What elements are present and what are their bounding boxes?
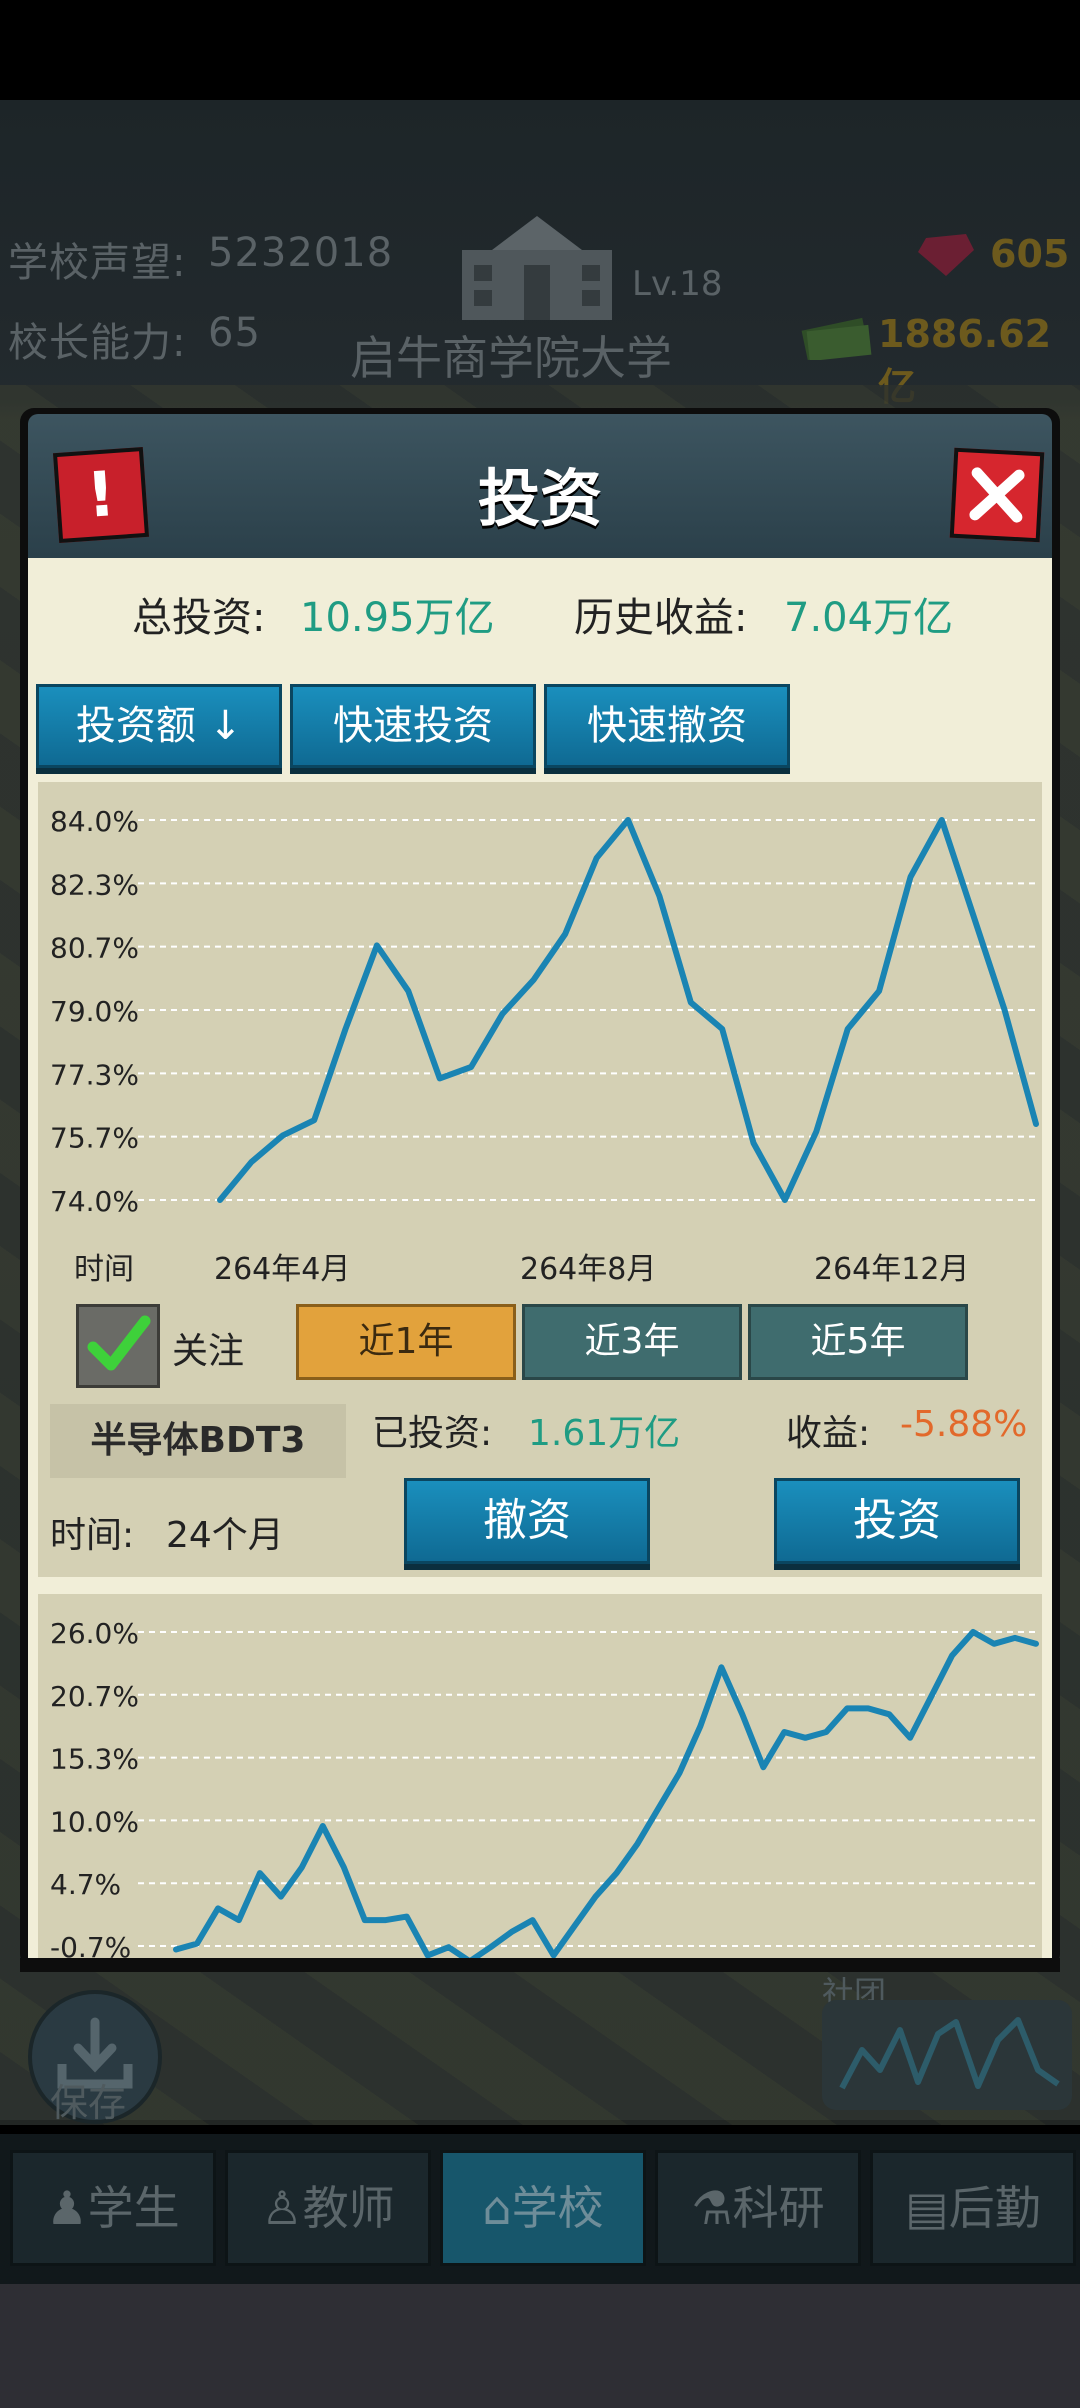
stock-card-2: 26.0% 20.7% 15.3% 10.0% 4.7% -0.7% — [38, 1594, 1042, 1964]
ability-label: 校长能力: — [8, 320, 187, 366]
history-return-label: 历史收益: — [574, 595, 748, 641]
dialog-title: 投资 — [477, 462, 602, 535]
nav-research-label: 科研 — [732, 2181, 825, 2235]
gem-icon — [918, 234, 974, 276]
y-tick-label: 15.3% — [50, 1743, 139, 1776]
follow-label: 关注 — [172, 1331, 245, 1372]
withdraw-button[interactable]: 撤资 — [404, 1478, 650, 1564]
y-tick-label: 75.7% — [50, 1122, 139, 1155]
y-tick-label: 82.3% — [50, 868, 139, 901]
y-tick-label: 84.0% — [50, 805, 139, 838]
quick-invest-button[interactable]: 快速投资 — [290, 684, 536, 768]
y-tick-label: 20.7% — [50, 1680, 139, 1713]
x-tick-label: 264年8月 — [520, 1252, 657, 1287]
x-tick-label: 264年4月 — [214, 1252, 351, 1287]
school-level: Lv.18 — [632, 264, 723, 304]
series-line-2 — [173, 1629, 1039, 1964]
student-icon: ♟ — [46, 2181, 88, 2235]
history-return-value: 7.04万亿 — [784, 595, 954, 641]
nav-teachers-label: 教师 — [302, 2181, 395, 2235]
status-bar — [0, 0, 1080, 100]
y-tick-label: 4.7% — [50, 1868, 121, 1901]
flask-icon: ⚗ — [691, 2181, 733, 2235]
reputation-value: 5232018 — [208, 230, 394, 276]
school-name: 启牛商学院大学 — [350, 331, 672, 385]
money-icon — [801, 317, 872, 360]
trend-chart-icon[interactable] — [822, 2000, 1072, 2110]
bottom-nav: ♟学生 ♙教师 ⌂学校 ⚗科研 ▤后勤 — [0, 2134, 1080, 2284]
dialog-header: ! 投资 — [28, 414, 1052, 564]
reputation-label: 学校声望: — [8, 240, 187, 286]
stock-name: 半导体BDT3 — [50, 1404, 346, 1478]
school-icon: ⌂ — [482, 2181, 512, 2235]
nav-logistics[interactable]: ▤后勤 — [870, 2150, 1076, 2266]
x-axis-label: 时间 — [74, 1252, 134, 1287]
follow-checkbox[interactable] — [76, 1304, 160, 1388]
school-building-icon — [462, 216, 612, 320]
close-button[interactable] — [949, 447, 1045, 543]
nav-students[interactable]: ♟学生 — [10, 2150, 216, 2266]
nav-school-label: 学校 — [511, 2181, 604, 2235]
y-tick-label: 10.0% — [50, 1805, 139, 1838]
system-nav-area — [0, 2284, 1080, 2408]
invest-button[interactable]: 投资 — [774, 1478, 1020, 1564]
dialog-bottom-border — [20, 1958, 1060, 1972]
total-invest-label: 总投资: — [132, 595, 266, 641]
time-label: 时间: — [50, 1515, 135, 1556]
stock-card: 84.0% 82.3% 80.7% 79.0% 77.3% 75.7% 74.0% 时间 2… — [38, 782, 1042, 1577]
save-label: 保存 — [50, 2081, 127, 2125]
y-tick-label: 26.0% — [50, 1617, 139, 1650]
total-invest-value: 10.95万亿 — [300, 595, 495, 641]
nav-students-label: 学生 — [87, 2181, 180, 2235]
check-icon — [87, 1315, 151, 1371]
y-tick-label: 74.0% — [50, 1185, 139, 1218]
range-1y-button[interactable]: 近1年 — [296, 1304, 516, 1380]
nav-research[interactable]: ⚗科研 — [655, 2150, 861, 2266]
ability-value: 65 — [208, 310, 261, 356]
return-value: -5.88% — [900, 1404, 1028, 1445]
range-3y-button[interactable]: 近3年 — [522, 1304, 742, 1380]
price-chart: 84.0% 82.3% 80.7% 79.0% 77.3% 75.7% 74.0% — [50, 805, 1039, 1218]
nav-logistics-label: 后勤 — [948, 2181, 1041, 2235]
nav-school[interactable]: ⌂学校 — [440, 2150, 646, 2266]
teacher-icon: ♙ — [261, 2181, 303, 2235]
sort-by-amount-button[interactable]: 投资额 ↓ — [36, 684, 282, 768]
clipboard-icon: ▤ — [905, 2181, 949, 2235]
y-tick-label: 80.7% — [50, 932, 139, 965]
price-chart-2: 26.0%20.7%15.3%10.0%4.7%-0.7% — [50, 1617, 1039, 1964]
gem-count: 605 — [990, 232, 1070, 276]
x-tick-label: 264年12月 — [814, 1252, 970, 1287]
invested-value: 1.61万亿 — [528, 1413, 681, 1454]
y-tick-label: 79.0% — [50, 995, 139, 1028]
invested-label: 已投资: — [372, 1413, 493, 1454]
y-tick-label: 77.3% — [50, 1058, 139, 1091]
return-label: 收益: — [786, 1413, 871, 1454]
range-5y-button[interactable]: 近5年 — [748, 1304, 968, 1380]
quick-withdraw-button[interactable]: 快速撤资 — [544, 684, 790, 768]
time-value: 24个月 — [166, 1515, 284, 1556]
close-icon — [969, 467, 1025, 523]
nav-teachers[interactable]: ♙教师 — [225, 2150, 431, 2266]
